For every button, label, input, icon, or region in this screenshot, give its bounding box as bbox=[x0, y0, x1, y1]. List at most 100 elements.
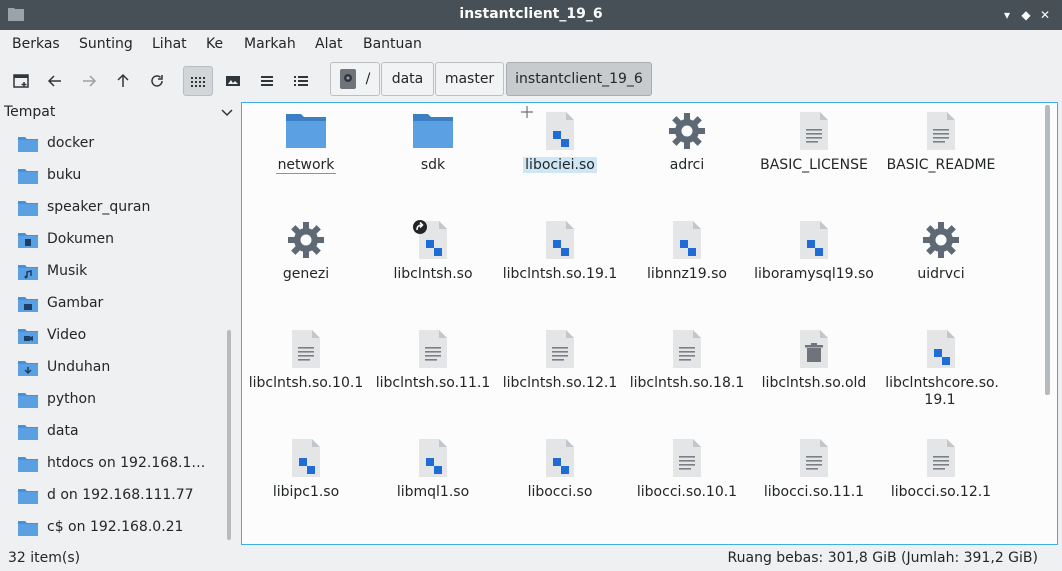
new-tab-button[interactable] bbox=[6, 66, 36, 96]
folder-documents-icon bbox=[18, 232, 38, 248]
toolbar: / data master instantclient_19_6 bbox=[0, 60, 1062, 102]
places-sidebar: Tempat docker buku speaker_quran Dokumen Mus… bbox=[0, 102, 240, 545]
file-name-container: libocci.so.10.1 bbox=[624, 484, 750, 501]
network-folder-icon bbox=[18, 520, 38, 536]
sidebar-item-label: buku bbox=[47, 167, 82, 183]
file-name: liboramysql19.so bbox=[754, 266, 874, 282]
file-name-container: libclntsh.so.19.1 bbox=[497, 266, 623, 283]
file-name-container: libocci.so bbox=[497, 484, 623, 501]
file-name: libclntsh.so bbox=[393, 266, 473, 282]
arrow-left-icon bbox=[47, 75, 61, 87]
file-name-container: libipc1.so bbox=[243, 484, 369, 501]
icon-view-button[interactable] bbox=[183, 66, 213, 96]
sidebar-item[interactable]: c$ on 192.168.0.21 bbox=[18, 514, 213, 544]
reload-button[interactable] bbox=[142, 66, 172, 96]
sidebar-item-label: Video bbox=[47, 327, 87, 343]
sidebar-item[interactable]: python bbox=[18, 386, 213, 416]
folder-icon bbox=[286, 111, 326, 151]
text-file-icon bbox=[286, 329, 326, 369]
breadcrumb-data[interactable]: data bbox=[381, 62, 434, 96]
maximize-icon[interactable]: ◆ bbox=[1018, 7, 1034, 23]
folder-videos-icon bbox=[18, 328, 38, 344]
item-count: 32 item(s) bbox=[8, 550, 81, 566]
breadcrumb-current[interactable]: instantclient_19_6 bbox=[506, 62, 652, 96]
text-file-icon bbox=[921, 438, 961, 478]
sidebar-item-label: speaker_quran bbox=[47, 199, 151, 215]
folder-icon bbox=[18, 392, 38, 408]
forward-button[interactable] bbox=[74, 66, 104, 96]
breadcrumb-master[interactable]: master bbox=[435, 62, 504, 96]
text-file-icon bbox=[540, 329, 580, 369]
chevron-down-icon[interactable] bbox=[220, 105, 234, 119]
menu-lihat[interactable]: Lihat bbox=[152, 36, 187, 52]
file-name-container: libclntsh.so.12.1 bbox=[497, 375, 623, 392]
sidebar-item-label: data bbox=[47, 423, 79, 439]
detailed-view-button[interactable] bbox=[286, 66, 316, 96]
breadcrumb-root[interactable]: / bbox=[330, 62, 380, 96]
folder-icon bbox=[18, 136, 38, 152]
folder-downloads-icon bbox=[18, 360, 38, 376]
minimize-icon[interactable]: ▾ bbox=[999, 7, 1015, 23]
menu-markah[interactable]: Markah bbox=[244, 36, 296, 52]
file-name: libclntsh.so.11.1 bbox=[375, 375, 491, 391]
file-name: genezi bbox=[282, 266, 330, 282]
new-tab-icon bbox=[13, 74, 29, 88]
text-file-icon bbox=[667, 329, 707, 369]
gear-icon bbox=[286, 220, 326, 260]
menu-bantuan[interactable]: Bantuan bbox=[363, 36, 422, 52]
add-cursor-icon bbox=[521, 106, 533, 118]
file-name-container: adrci bbox=[624, 157, 750, 174]
sidebar-item[interactable]: speaker_quran bbox=[18, 194, 213, 224]
library-file-icon bbox=[286, 438, 326, 478]
compact-view-button[interactable] bbox=[252, 66, 282, 96]
file-name-container: libclntsh.so.old bbox=[751, 375, 877, 392]
library-file-icon bbox=[540, 438, 580, 478]
file-name: BASIC_README bbox=[886, 157, 996, 173]
text-file-icon bbox=[413, 329, 453, 369]
sidebar-item[interactable]: Unduhan bbox=[18, 354, 213, 384]
file-name: libocci.so bbox=[527, 484, 593, 500]
menu-alat[interactable]: Alat bbox=[315, 36, 343, 52]
file-name-container: network bbox=[243, 157, 369, 174]
sidebar-item[interactable]: docker bbox=[18, 130, 213, 160]
sidebar-item[interactable]: buku bbox=[18, 162, 213, 192]
sidebar-item[interactable]: Musik bbox=[18, 258, 213, 288]
sidebar-item[interactable]: d on 192.168.111.77 bbox=[18, 482, 213, 512]
library-link-icon bbox=[413, 220, 453, 260]
file-name-container: uidrvci bbox=[878, 266, 1004, 283]
file-name: libocci.so.11.1 bbox=[763, 484, 865, 500]
file-name: BASIC_LICENSE bbox=[760, 157, 868, 173]
menu-sunting[interactable]: Sunting bbox=[79, 36, 133, 52]
folder-pictures-icon bbox=[18, 296, 38, 312]
file-view-scrollbar[interactable] bbox=[1045, 105, 1050, 395]
sidebar-item[interactable]: Dokumen bbox=[18, 226, 213, 256]
network-folder-icon bbox=[18, 456, 38, 472]
network-folder-icon bbox=[18, 488, 38, 504]
sidebar-item-label: docker bbox=[47, 135, 95, 151]
thumbnail-view-button[interactable] bbox=[218, 66, 248, 96]
sidebar-item[interactable]: Video bbox=[18, 322, 213, 352]
sidebar-item[interactable]: Gambar bbox=[18, 290, 213, 320]
back-button[interactable] bbox=[40, 66, 70, 96]
text-file-icon bbox=[921, 111, 961, 151]
sidebar-item-label: Musik bbox=[47, 263, 88, 279]
sidebar-item[interactable]: data bbox=[18, 418, 213, 448]
gear-icon bbox=[921, 220, 961, 260]
library-file-icon bbox=[540, 220, 580, 260]
sidebar-scrollbar[interactable] bbox=[227, 330, 231, 540]
up-button[interactable] bbox=[108, 66, 138, 96]
file-name: libmql1.so bbox=[396, 484, 470, 500]
file-name-container: liboramysql19.so bbox=[751, 266, 877, 283]
gear-icon bbox=[667, 111, 707, 151]
menu-ke[interactable]: Ke bbox=[206, 36, 223, 52]
file-name-container: libclntshcore.so. 19.1 bbox=[878, 375, 1004, 409]
file-name: libocci.so.12.1 bbox=[890, 484, 992, 500]
menu-berkas[interactable]: Berkas bbox=[12, 36, 60, 52]
sidebar-item[interactable]: htdocs on 192.168.11... bbox=[18, 450, 213, 480]
file-name-container: genezi bbox=[243, 266, 369, 283]
text-file-icon bbox=[794, 438, 834, 478]
file-view[interactable]: network sdk libociei.so adrci BASIC_LICENSE B… bbox=[241, 102, 1058, 545]
list-icon bbox=[261, 76, 273, 86]
close-icon[interactable]: ✕ bbox=[1037, 7, 1053, 23]
sidebar-item-label: Unduhan bbox=[47, 359, 111, 375]
